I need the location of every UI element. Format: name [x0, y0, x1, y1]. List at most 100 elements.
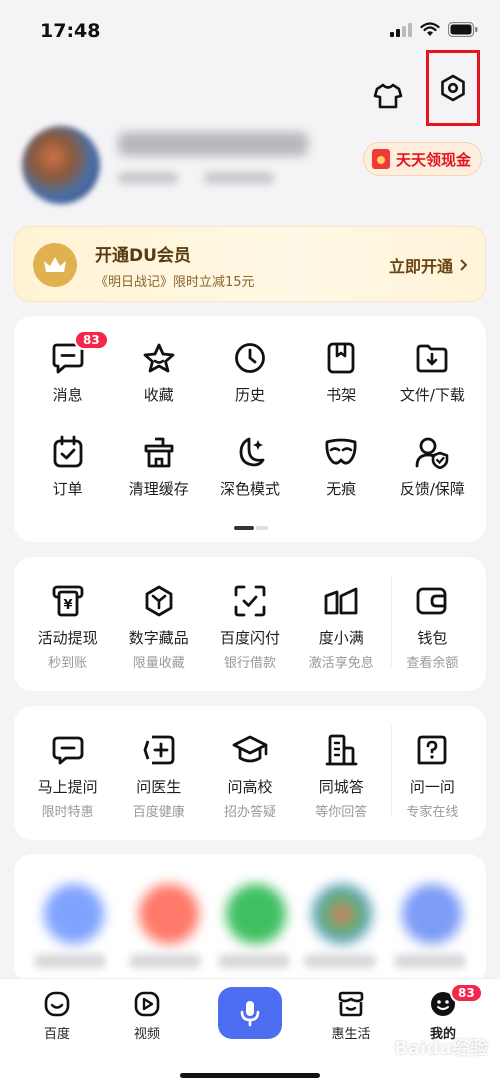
- menu-item-orders[interactable]: 订单: [22, 432, 113, 499]
- order-icon: [48, 432, 88, 472]
- tab-label: 惠生活: [331, 1027, 371, 1042]
- finance-item-withdraw[interactable]: ¥ 活动提现 秒到账: [22, 581, 113, 671]
- tab-label: 百度: [43, 1027, 70, 1042]
- services-divider: [391, 726, 392, 816]
- duxiaoman-icon: [321, 581, 361, 621]
- building-icon: [321, 730, 361, 770]
- top-actions: [366, 50, 480, 126]
- service-item-sub: 专家在线: [406, 805, 459, 820]
- feedback-shield-icon: [412, 432, 452, 472]
- menu-item-history[interactable]: 历史: [204, 338, 295, 405]
- blurred-app-label: [34, 954, 106, 968]
- menu-item-dark-mode[interactable]: 深色模式: [204, 432, 295, 499]
- blurred-app-icon[interactable]: [226, 884, 286, 944]
- finance-item-collectibles[interactable]: 数字藏品 限量收藏: [113, 581, 204, 671]
- page-indicator: [234, 526, 274, 530]
- finance-item-label: 数字藏品: [128, 629, 189, 647]
- menu-item-bookshelf[interactable]: 书架: [296, 338, 387, 405]
- finance-item-label: 百度闪付: [219, 629, 280, 647]
- watermark: Baidu经验: [394, 1038, 488, 1059]
- menu-item-label: 清理缓存: [128, 480, 189, 498]
- wifi-icon: [420, 22, 440, 36]
- crown-icon: [33, 243, 77, 287]
- vip-cta-label: 立即开通: [388, 257, 453, 276]
- menu-item-label: 历史: [234, 386, 265, 404]
- menu-item-incognito[interactable]: 无痕: [296, 432, 387, 499]
- voice-search-button[interactable]: [218, 987, 282, 1039]
- menu-item-clear-cache[interactable]: 清理缓存: [113, 432, 204, 499]
- vip-activate-button[interactable]: 立即开通: [389, 253, 467, 277]
- collectible-icon: [139, 581, 179, 621]
- settings-button[interactable]: [426, 50, 480, 126]
- shopping-icon: [334, 989, 368, 1019]
- menu-item-label: 订单: [52, 480, 83, 498]
- skin-button[interactable]: [366, 74, 410, 118]
- ask-icon: [48, 730, 88, 770]
- username-blurred[interactable]: [118, 132, 308, 156]
- menu-item-label: 收藏: [143, 386, 174, 404]
- finance-item-duxiaoman[interactable]: 度小满 激活享免息: [296, 581, 387, 671]
- blurred-app-icon[interactable]: [402, 884, 462, 944]
- finance-item-wallet[interactable]: 钱包 查看余额: [387, 581, 478, 671]
- mine-badge: 83: [450, 983, 483, 1003]
- microphone-icon: [240, 1001, 260, 1027]
- chevron-right-icon: [460, 259, 467, 271]
- menu-item-label: 反馈/保障: [399, 480, 465, 498]
- menu-item-messages[interactable]: 83 消息: [22, 330, 113, 405]
- quick-menu-row-2: 订单 清理缓存 深色模式 无痕 反馈/保障: [22, 432, 478, 499]
- menu-item-label: 无痕: [326, 480, 357, 498]
- baidu-home-icon: [40, 989, 74, 1019]
- services-row: 马上提问 限时特惠 问医生 百度健康 问高校 招办答疑 同城答 等你回答 问一问…: [22, 730, 478, 820]
- graduation-icon: [230, 730, 270, 770]
- service-item-label: 问高校: [227, 778, 273, 796]
- service-item-local[interactable]: 同城答 等你回答: [296, 730, 387, 820]
- menu-item-label: 消息: [52, 386, 83, 404]
- menu-item-favorites[interactable]: 收藏: [113, 338, 204, 405]
- finance-item-sub: 激活享免息: [308, 656, 374, 671]
- tab-video[interactable]: 视频: [112, 989, 182, 1042]
- clean-cache-icon: [139, 432, 179, 472]
- blurred-app-icon[interactable]: [312, 884, 372, 944]
- menu-item-label: 书架: [326, 386, 357, 404]
- service-item-label: 问一问: [409, 778, 455, 796]
- service-item-label: 马上提问: [37, 778, 98, 796]
- profile-stat-blurred: [118, 172, 178, 184]
- finance-item-label: 活动提现: [37, 629, 98, 647]
- settings-hexagon-icon: [441, 74, 465, 102]
- service-item-ask[interactable]: 马上提问 限时特惠: [22, 730, 113, 820]
- recent-apps-card: [14, 854, 486, 984]
- tab-home[interactable]: 百度: [22, 989, 92, 1042]
- tab-label: 视频: [133, 1027, 160, 1042]
- profile-stat-blurred-2: [204, 172, 274, 184]
- daily-cash-button[interactable]: 天天领现金: [362, 142, 482, 176]
- service-item-label: 同城答: [318, 778, 364, 796]
- blurred-app-label: [218, 954, 290, 968]
- service-item-college[interactable]: 问高校 招办答疑: [204, 730, 295, 820]
- page-dot-inactive: [256, 526, 268, 530]
- bottom-tab-bar: 百度 视频 惠生活 83 我的: [0, 978, 500, 1083]
- service-item-ask-expert[interactable]: 问一问 专家在线: [387, 730, 478, 820]
- vip-banner[interactable]: 开通DU会员 《明日战记》限时立减15元 立即开通: [14, 226, 486, 302]
- finance-item-flashpay[interactable]: 百度闪付 银行借款: [204, 581, 295, 671]
- daily-cash-label: 天天领现金: [395, 150, 471, 169]
- finance-item-label: 钱包: [417, 629, 448, 647]
- service-item-sub: 招办答疑: [223, 805, 276, 820]
- finance-item-sub: 银行借款: [223, 656, 276, 671]
- blurred-app-icon[interactable]: [44, 884, 104, 944]
- messages-badge: 83: [74, 330, 109, 350]
- doctor-icon: [139, 730, 179, 770]
- blurred-app-icon[interactable]: [139, 884, 199, 944]
- quick-menu-card: 83 消息 收藏 历史 书架 文件/下载 订单 清理缓存 深色模式 无痕 反馈/…: [14, 316, 486, 542]
- download-folder-icon: [412, 338, 452, 378]
- menu-item-feedback[interactable]: 反馈/保障: [387, 432, 478, 499]
- withdraw-icon: ¥: [48, 581, 88, 621]
- finance-item-sub: 查看余额: [406, 656, 459, 671]
- finance-item-label: 度小满: [318, 629, 364, 647]
- service-item-sub: 等你回答: [315, 805, 368, 820]
- vip-subtitle: 《明日战记》限时立减15元: [95, 275, 255, 290]
- tab-life[interactable]: 惠生活: [316, 989, 386, 1042]
- status-icons: [390, 22, 478, 37]
- service-item-doctor[interactable]: 问医生 百度健康: [113, 730, 204, 820]
- menu-item-files-downloads[interactable]: 文件/下载: [387, 338, 478, 405]
- avatar[interactable]: [22, 126, 100, 204]
